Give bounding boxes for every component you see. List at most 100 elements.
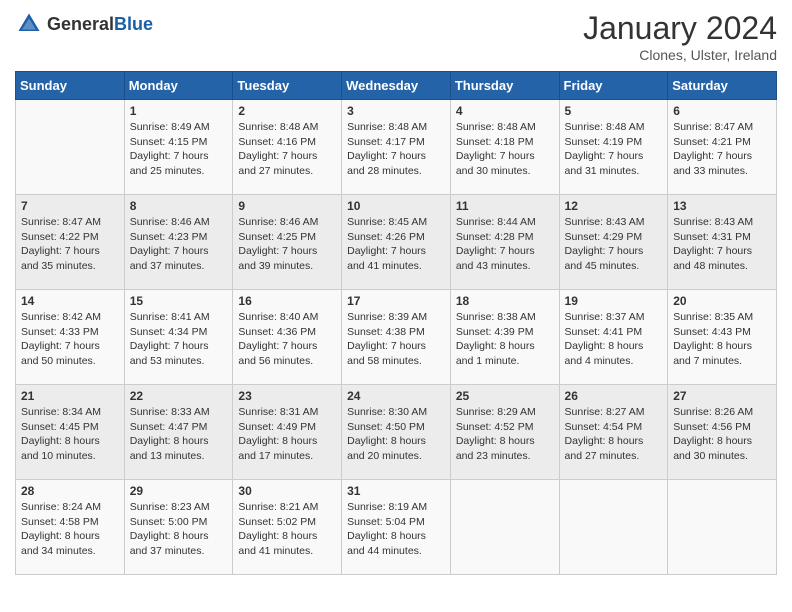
cell-content: Sunrise: 8:46 AMSunset: 4:25 PMDaylight:… xyxy=(238,215,336,274)
day-number: 12 xyxy=(565,199,663,213)
cell-content: Sunrise: 8:48 AMSunset: 4:17 PMDaylight:… xyxy=(347,120,445,179)
day-number: 22 xyxy=(130,389,228,403)
calendar-cell: 31 Sunrise: 8:19 AMSunset: 5:04 PMDayligh… xyxy=(342,480,451,575)
calendar-cell: 19 Sunrise: 8:37 AMSunset: 4:41 PMDayligh… xyxy=(559,290,668,385)
calendar-cell: 5 Sunrise: 8:48 AMSunset: 4:19 PMDaylight… xyxy=(559,100,668,195)
day-number: 28 xyxy=(21,484,119,498)
cell-content: Sunrise: 8:34 AMSunset: 4:45 PMDaylight:… xyxy=(21,405,119,464)
day-number: 6 xyxy=(673,104,771,118)
calendar-header-row: SundayMondayTuesdayWednesdayThursdayFrid… xyxy=(16,72,777,100)
calendar-table: SundayMondayTuesdayWednesdayThursdayFrid… xyxy=(15,71,777,575)
day-number: 3 xyxy=(347,104,445,118)
header-tuesday: Tuesday xyxy=(233,72,342,100)
calendar-cell: 17Sunrise: 8:39 AMSunset: 4:38 PMDayligh… xyxy=(342,290,451,385)
calendar-cell: 28 Sunrise: 8:24 AMSunset: 4:58 PMDayligh… xyxy=(16,480,125,575)
header-friday: Friday xyxy=(559,72,668,100)
cell-content: Sunrise: 8:42 AMSunset: 4:33 PMDaylight:… xyxy=(21,310,119,369)
day-number: 7 xyxy=(21,199,119,213)
calendar-title: January 2024 xyxy=(583,10,777,47)
day-number: 11 xyxy=(456,199,554,213)
cell-content: Sunrise: 8:24 AMSunset: 4:58 PMDaylight:… xyxy=(21,500,119,559)
logo-icon xyxy=(15,10,43,38)
logo-text-general: General xyxy=(47,14,114,34)
cell-content: Sunrise: 8:30 AMSunset: 4:50 PMDaylight:… xyxy=(347,405,445,464)
cell-content: Sunrise: 8:26 AMSunset: 4:56 PMDaylight:… xyxy=(673,405,771,464)
day-number: 9 xyxy=(238,199,336,213)
calendar-cell: 21 Sunrise: 8:34 AMSunset: 4:45 PMDayligh… xyxy=(16,385,125,480)
calendar-cell: 1Sunrise: 8:49 AMSunset: 4:15 PMDaylight… xyxy=(124,100,233,195)
cell-content: Sunrise: 8:43 AMSunset: 4:31 PMDaylight:… xyxy=(673,215,771,274)
day-number: 2 xyxy=(238,104,336,118)
cell-content: Sunrise: 8:29 AMSunset: 4:52 PMDaylight:… xyxy=(456,405,554,464)
cell-content: Sunrise: 8:40 AMSunset: 4:36 PMDaylight:… xyxy=(238,310,336,369)
calendar-cell: 15Sunrise: 8:41 AMSunset: 4:34 PMDayligh… xyxy=(124,290,233,385)
logo: GeneralBlue xyxy=(15,10,153,38)
cell-content: Sunrise: 8:47 AMSunset: 4:21 PMDaylight:… xyxy=(673,120,771,179)
calendar-cell: 14 Sunrise: 8:42 AMSunset: 4:33 PMDayligh… xyxy=(16,290,125,385)
calendar-cell: 25 Sunrise: 8:29 AMSunset: 4:52 PMDayligh… xyxy=(450,385,559,480)
calendar-cell: 13 Sunrise: 8:43 AMSunset: 4:31 PMDayligh… xyxy=(668,195,777,290)
calendar-cell: 20 Sunrise: 8:35 AMSunset: 4:43 PMDayligh… xyxy=(668,290,777,385)
day-number: 29 xyxy=(130,484,228,498)
header-saturday: Saturday xyxy=(668,72,777,100)
calendar-cell: 9 Sunrise: 8:46 AMSunset: 4:25 PMDaylight… xyxy=(233,195,342,290)
day-number: 19 xyxy=(565,294,663,308)
calendar-cell xyxy=(668,480,777,575)
calendar-cell: 10Sunrise: 8:45 AMSunset: 4:26 PMDayligh… xyxy=(342,195,451,290)
cell-content: Sunrise: 8:33 AMSunset: 4:47 PMDaylight:… xyxy=(130,405,228,464)
day-number: 21 xyxy=(21,389,119,403)
calendar-cell: 6 Sunrise: 8:47 AMSunset: 4:21 PMDaylight… xyxy=(668,100,777,195)
header-monday: Monday xyxy=(124,72,233,100)
calendar-cell: 3 Sunrise: 8:48 AMSunset: 4:17 PMDaylight… xyxy=(342,100,451,195)
calendar-cell: 2 Sunrise: 8:48 AMSunset: 4:16 PMDaylight… xyxy=(233,100,342,195)
week-row-3: 21 Sunrise: 8:34 AMSunset: 4:45 PMDayligh… xyxy=(16,385,777,480)
day-number: 23 xyxy=(238,389,336,403)
cell-content: Sunrise: 8:27 AMSunset: 4:54 PMDaylight:… xyxy=(565,405,663,464)
calendar-cell: 4 Sunrise: 8:48 AMSunset: 4:18 PMDaylight… xyxy=(450,100,559,195)
cell-content: Sunrise: 8:48 AMSunset: 4:19 PMDaylight:… xyxy=(565,120,663,179)
day-number: 10 xyxy=(347,199,445,213)
page-header: GeneralBlue January 2024 Clones, Ulster,… xyxy=(15,10,777,63)
header-sunday: Sunday xyxy=(16,72,125,100)
title-block: January 2024 Clones, Ulster, Ireland xyxy=(583,10,777,63)
calendar-cell: 30 Sunrise: 8:21 AMSunset: 5:02 PMDayligh… xyxy=(233,480,342,575)
cell-content: Sunrise: 8:31 AMSunset: 4:49 PMDaylight:… xyxy=(238,405,336,464)
cell-content: Sunrise: 8:21 AMSunset: 5:02 PMDaylight:… xyxy=(238,500,336,559)
calendar-cell: 18Sunrise: 8:38 AMSunset: 4:39 PMDayligh… xyxy=(450,290,559,385)
calendar-subtitle: Clones, Ulster, Ireland xyxy=(583,47,777,63)
cell-content: Sunrise: 8:35 AMSunset: 4:43 PMDaylight:… xyxy=(673,310,771,369)
day-number: 13 xyxy=(673,199,771,213)
day-number: 4 xyxy=(456,104,554,118)
cell-content: Sunrise: 8:43 AMSunset: 4:29 PMDaylight:… xyxy=(565,215,663,274)
day-number: 8 xyxy=(130,199,228,213)
cell-content: Sunrise: 8:48 AMSunset: 4:18 PMDaylight:… xyxy=(456,120,554,179)
cell-content: Sunrise: 8:48 AMSunset: 4:16 PMDaylight:… xyxy=(238,120,336,179)
cell-content: Sunrise: 8:19 AMSunset: 5:04 PMDaylight:… xyxy=(347,500,445,559)
day-number: 17 xyxy=(347,294,445,308)
day-number: 1 xyxy=(130,104,228,118)
cell-content: Sunrise: 8:47 AMSunset: 4:22 PMDaylight:… xyxy=(21,215,119,274)
cell-content: Sunrise: 8:46 AMSunset: 4:23 PMDaylight:… xyxy=(130,215,228,274)
day-number: 20 xyxy=(673,294,771,308)
calendar-cell: 16Sunrise: 8:40 AMSunset: 4:36 PMDayligh… xyxy=(233,290,342,385)
cell-content: Sunrise: 8:37 AMSunset: 4:41 PMDaylight:… xyxy=(565,310,663,369)
calendar-cell: 29 Sunrise: 8:23 AMSunset: 5:00 PMDayligh… xyxy=(124,480,233,575)
cell-content: Sunrise: 8:38 AMSunset: 4:39 PMDaylight:… xyxy=(456,310,554,369)
calendar-cell: 23 Sunrise: 8:31 AMSunset: 4:49 PMDayligh… xyxy=(233,385,342,480)
calendar-cell: 24Sunrise: 8:30 AMSunset: 4:50 PMDayligh… xyxy=(342,385,451,480)
week-row-1: 7 Sunrise: 8:47 AMSunset: 4:22 PMDaylight… xyxy=(16,195,777,290)
week-row-0: 1Sunrise: 8:49 AMSunset: 4:15 PMDaylight… xyxy=(16,100,777,195)
cell-content: Sunrise: 8:23 AMSunset: 5:00 PMDaylight:… xyxy=(130,500,228,559)
day-number: 14 xyxy=(21,294,119,308)
day-number: 30 xyxy=(238,484,336,498)
logo-text-blue: Blue xyxy=(114,14,153,34)
day-number: 25 xyxy=(456,389,554,403)
week-row-4: 28 Sunrise: 8:24 AMSunset: 4:58 PMDayligh… xyxy=(16,480,777,575)
cell-content: Sunrise: 8:41 AMSunset: 4:34 PMDaylight:… xyxy=(130,310,228,369)
calendar-cell xyxy=(450,480,559,575)
day-number: 5 xyxy=(565,104,663,118)
day-number: 31 xyxy=(347,484,445,498)
calendar-cell xyxy=(559,480,668,575)
calendar-cell xyxy=(16,100,125,195)
calendar-cell: 26Sunrise: 8:27 AMSunset: 4:54 PMDayligh… xyxy=(559,385,668,480)
